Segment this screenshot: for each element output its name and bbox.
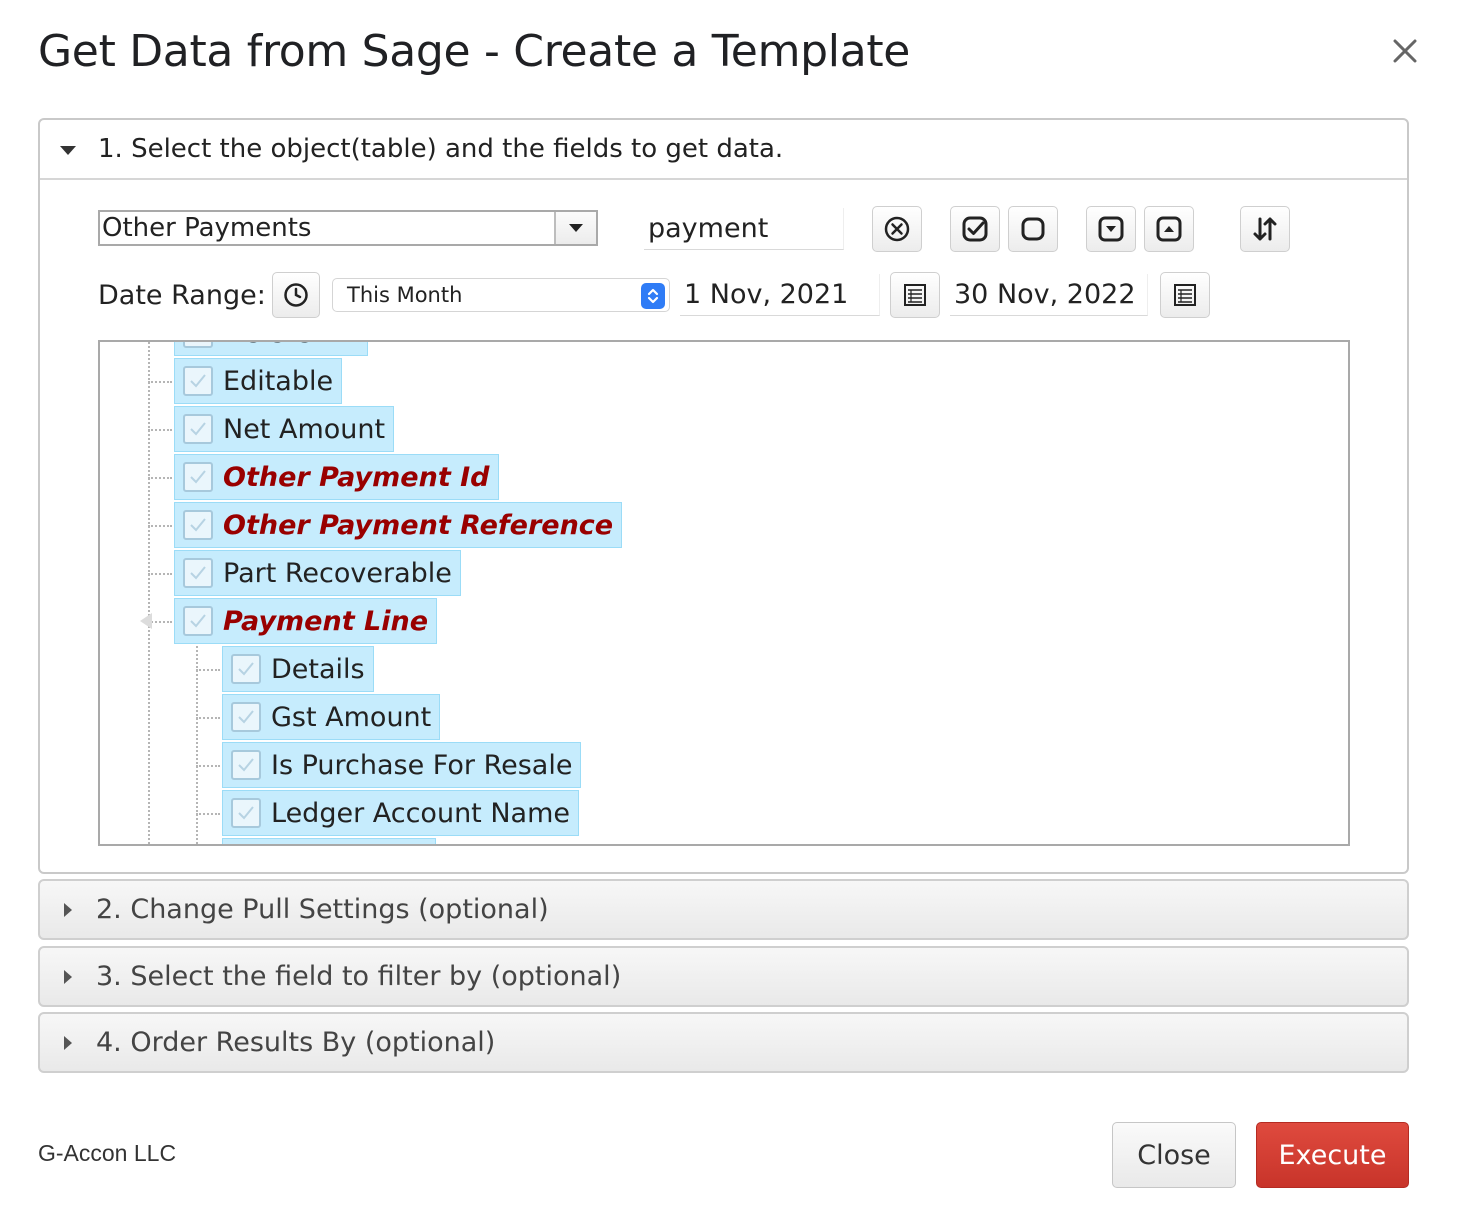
select-spinner-icon [641,283,665,309]
clock-icon [284,283,308,307]
tree-guide-line [148,342,150,844]
checkbox-checked-icon [183,414,213,444]
tree-connector [148,573,172,575]
expand-arrow-icon [64,902,72,917]
tree-node[interactable]: Editable [174,358,343,404]
date-range-value: This Month [347,283,463,307]
tree-node-label: Gst Amount [271,701,432,733]
checkbox-checked-icon [231,750,261,780]
tree-connector [196,765,220,767]
sort-button[interactable] [1240,206,1290,252]
collapse-arrow-icon [60,145,76,155]
tree-node[interactable]: Other Payment Reference [174,502,623,548]
tree-child-node[interactable]: Ledger Account Name [222,790,580,836]
section-3-title: 3. Select the field to filter by (option… [96,961,622,992]
checkbox-checked-icon [231,702,261,732]
checkbox-checked-icon [231,798,261,828]
section-4-title: 4. Order Results By (optional) [96,1027,496,1058]
tree-node-partial[interactable]: Deleted At [174,342,368,356]
tree-node[interactable]: Payment Line [174,598,438,644]
calendar-list-icon [1174,284,1196,306]
tree-node-label: Other Payment Reference [223,509,614,541]
checkbox-checked-icon [183,558,213,588]
tree-node-label: Payment Line [223,605,429,637]
checkbox-checked-icon [231,654,261,684]
tree-connector [196,717,220,719]
date-range-toggle-button[interactable] [272,272,320,318]
date-range-select[interactable]: This Month [332,278,670,312]
select-all-button[interactable] [950,206,1000,252]
tree-child-node[interactable]: Details [222,646,374,692]
dropdown-arrow-icon[interactable] [554,212,596,244]
fields-tree[interactable]: Deleted At Editable Net Amount Other Payme… [98,340,1350,846]
tree-node-label: Details [271,653,365,685]
expand-all-button[interactable] [1086,206,1136,252]
expand-arrow-icon [64,1035,72,1050]
sort-arrows-icon [1253,217,1277,241]
tree-node[interactable]: Other Payment Id [174,454,499,500]
date-to-picker-button[interactable] [1160,272,1210,318]
tree-node-label: Editable [223,365,334,397]
tree-child-node[interactable]: Gst Amount [222,694,441,740]
tree-connector [148,429,172,431]
tree-node-label: Net Amount [223,413,386,445]
object-select-value: Other Payments [102,213,312,243]
calendar-list-icon [904,284,926,306]
checkbox-checked-icon [183,510,213,540]
tree-connector [196,669,220,671]
section-pull-settings[interactable]: 2. Change Pull Settings (optional) [38,879,1409,940]
execute-button[interactable]: Execute [1256,1122,1409,1188]
expand-arrow-icon [64,969,72,984]
date-range-label: Date Range: [98,280,266,311]
checkbox-checked-icon [183,462,213,492]
checkbox-checked-icon [183,606,213,636]
section-2-title: 2. Change Pull Settings (optional) [96,894,549,925]
tree-node[interactable]: Part Recoverable [174,550,461,596]
empty-square-icon [1021,217,1045,241]
section-1-header[interactable]: 1. Select the object(table) and the fiel… [40,120,1407,180]
brand-label: G-Accon LLC [38,1140,177,1166]
deselect-all-button[interactable] [1008,206,1058,252]
clear-search-button[interactable] [872,206,922,252]
tree-child-node[interactable]: Is Purchase For Resale [222,742,582,788]
clear-circle-icon [884,216,910,242]
section-order-results[interactable]: 4. Order Results By (optional) [38,1012,1409,1073]
section-filter-field[interactable]: 3. Select the field to filter by (option… [38,946,1409,1007]
date-from-input[interactable] [680,274,880,316]
section-select-object: 1. Select the object(table) and the fiel… [38,118,1409,874]
section-1-title: 1. Select the object(table) and the fiel… [98,134,784,164]
checkbox-checked-icon [183,366,213,396]
tree-connector [148,381,172,383]
dialog-title: Get Data from Sage - Create a Template [38,26,911,77]
object-select[interactable]: Other Payments [98,210,598,246]
tree-node-label: Ledger Account Name [271,797,571,829]
check-square-icon [962,216,988,242]
date-to-input[interactable] [950,274,1148,316]
tree-expander-icon[interactable] [140,613,152,629]
tree-node-label: Is Purchase For Resale [271,749,573,781]
tree-child-node-partial[interactable] [222,838,436,844]
tree-node-label: Other Payment Id [223,461,490,493]
date-from-picker-button[interactable] [890,272,940,318]
field-search-input[interactable] [644,208,844,250]
tree-node-label: Part Recoverable [223,557,452,589]
tree-connector [148,477,172,479]
caret-down-square-icon [1098,216,1124,242]
close-button[interactable]: Close [1112,1122,1236,1188]
tree-guide-line [196,646,198,844]
tree-node-label: Deleted At [223,342,366,349]
close-icon[interactable] [1388,34,1422,68]
caret-up-square-icon [1156,216,1182,242]
collapse-all-button[interactable] [1144,206,1194,252]
checkbox-checked-icon [183,342,213,348]
tree-node[interactable]: Net Amount [174,406,395,452]
tree-connector [196,813,220,815]
tree-connector [148,525,172,527]
